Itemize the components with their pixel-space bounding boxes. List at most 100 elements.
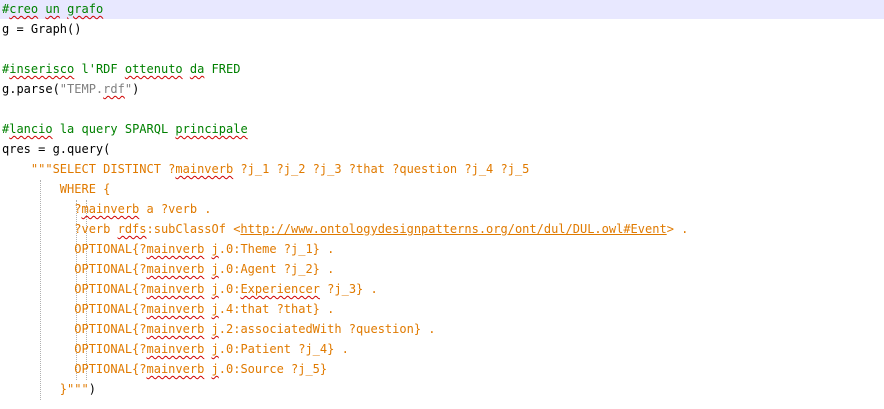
code-line[interactable]: WHERE { [0,179,884,199]
code-text: OPTIONAL{?mainverb j.2:associatedWith ?q… [2,319,436,339]
code-text: #lancio la query SPARQL principale [2,119,248,139]
code-token: .0:Patient ?j_4} . [218,342,349,356]
code-line-current[interactable]: #creo un grafo [0,0,884,19]
code-token: g = Graph() [2,22,82,36]
code-editor[interactable]: #creo un grafo g = Graph() #inserisco l'RD… [0,0,884,409]
spellcheck-token: mainverb [146,362,205,376]
code-token: OPTIONAL{? [2,342,147,356]
code-line[interactable]: OPTIONAL{?mainverb j.0:Source ?j_5} [0,359,884,379]
spellcheck-token: rdfs [117,222,147,236]
code-token: ) [88,382,96,396]
code-text: OPTIONAL{?mainverb j.0:Theme ?j_1} . [2,239,334,259]
spellcheck-token: mainverb [146,342,205,356]
code-token: " [124,82,133,96]
code-token: .4:that ?that} . [218,302,335,316]
code-line[interactable]: }""") [0,379,884,399]
spellcheck-token: lancio [9,122,53,136]
spellcheck-token: ottenuto [124,62,183,76]
code-line[interactable]: g = Graph() [0,19,884,39]
code-line[interactable]: OPTIONAL{?mainverb j.0:Experiencer ?j_3}… [0,279,884,299]
code-token: la query SPARQL [52,122,176,136]
code-token: OPTIONAL{? [2,282,147,296]
code-token: ?j_3} . [319,282,378,296]
spellcheck-token: j [211,302,219,316]
code-text: """SELECT DISTINCT ?mainverb ?j_1 ?j_2 ?… [2,159,530,179]
spellcheck-token: mainverb [175,162,234,176]
code-token: OPTIONAL{? [2,262,147,276]
spellcheck-token: rdf [103,82,125,96]
code-line[interactable]: """SELECT DISTINCT ?mainverb ?j_1 ?j_2 ?… [0,159,884,179]
code-line[interactable]: ?verb rdfs:subClassOf <http://www.ontolo… [0,219,884,239]
url-token[interactable]: http://www.ontologydesignpatterns.org/on… [240,222,666,236]
spellcheck-token: inserisco [9,62,75,76]
code-line[interactable] [0,99,884,119]
code-line[interactable]: OPTIONAL{?mainverb j.4:that ?that} . [0,299,884,319]
spellcheck-token: mainverb [146,242,205,256]
code-line[interactable]: #lancio la query SPARQL principale [0,119,884,139]
code-text: #creo un grafo [2,0,103,19]
code-token: ?j_1 ?j_2 ?j_3 ?that ?question ?j_4 ?j_5 [233,162,530,176]
code-text: }""") [2,379,96,399]
code-token: :subClassOf < [146,222,241,236]
code-token: > . [666,222,689,236]
code-token: "TEMP. [59,82,104,96]
code-token: """SELECT DISTINCT ? [2,162,176,176]
code-line[interactable]: OPTIONAL{?mainverb j.0:Agent ?j_2} . [0,259,884,279]
code-token: .0:Source ?j_5} [218,362,328,376]
code-text: ?mainverb a ?verb . [2,199,212,219]
code-line[interactable]: g.parse("TEMP.rdf") [0,79,884,99]
code-line[interactable]: OPTIONAL{?mainverb j.0:Theme ?j_1} . [0,239,884,259]
code-token: .0:Theme ?j_1} . [218,242,335,256]
code-text: g = Graph() [2,19,81,39]
spellcheck-token: da [189,62,205,76]
code-token: OPTIONAL{? [2,242,147,256]
spellcheck-token: mainverb [81,202,140,216]
code-line[interactable]: qres = g.query( [0,139,884,159]
spellcheck-token: mainverb [146,262,205,276]
code-text: qres = g.query( [2,139,110,159]
spellcheck-token: j [211,262,219,276]
code-token: ?verb [2,222,118,236]
spellcheck-token: j [211,322,219,336]
code-text: OPTIONAL{?mainverb j.0:Source ?j_5} [2,359,327,379]
code-token: a ?verb . [139,202,212,216]
code-text: OPTIONAL{?mainverb j.0:Experiencer ?j_3}… [2,279,378,299]
code-token: OPTIONAL{? [2,362,147,376]
code-token: g.parse( [2,82,60,96]
code-token: OPTIONAL{? [2,322,147,336]
code-token: ? [2,202,82,216]
spellcheck-token: mainverb [146,282,205,296]
code-token: qres = g.query( [2,142,111,156]
code-line[interactable] [0,39,884,59]
code-token: .2:associatedWith ?question} . [218,322,436,336]
spellcheck-token: j [211,242,219,256]
spellcheck-token: j [211,342,219,356]
spellcheck-token: mainverb [146,322,205,336]
spellcheck-token: Experiencer [240,282,320,296]
code-text: OPTIONAL{?mainverb j.0:Patient ?j_4} . [2,339,349,359]
code-token: OPTIONAL{? [2,302,147,316]
code-text: #inserisco l'RDF ottenuto da FRED [2,59,240,79]
code-token: .0: [218,282,241,296]
spellcheck-token: mainverb [146,302,205,316]
code-token: FRED [204,62,241,76]
spellcheck-token: grafo [67,2,104,16]
code-line[interactable]: OPTIONAL{?mainverb j.0:Patient ?j_4} . [0,339,884,359]
code-token: l'RDF [74,62,125,76]
code-line[interactable]: OPTIONAL{?mainverb j.2:associatedWith ?q… [0,319,884,339]
code-line[interactable]: #inserisco l'RDF ottenuto da FRED [0,59,884,79]
spellcheck-token: un [45,2,60,16]
code-token: .0:Agent ?j_2} . [218,262,335,276]
code-token: ) [132,82,140,96]
code-line[interactable]: ?mainverb a ?verb . [0,199,884,219]
code-text: g.parse("TEMP.rdf") [2,79,139,99]
